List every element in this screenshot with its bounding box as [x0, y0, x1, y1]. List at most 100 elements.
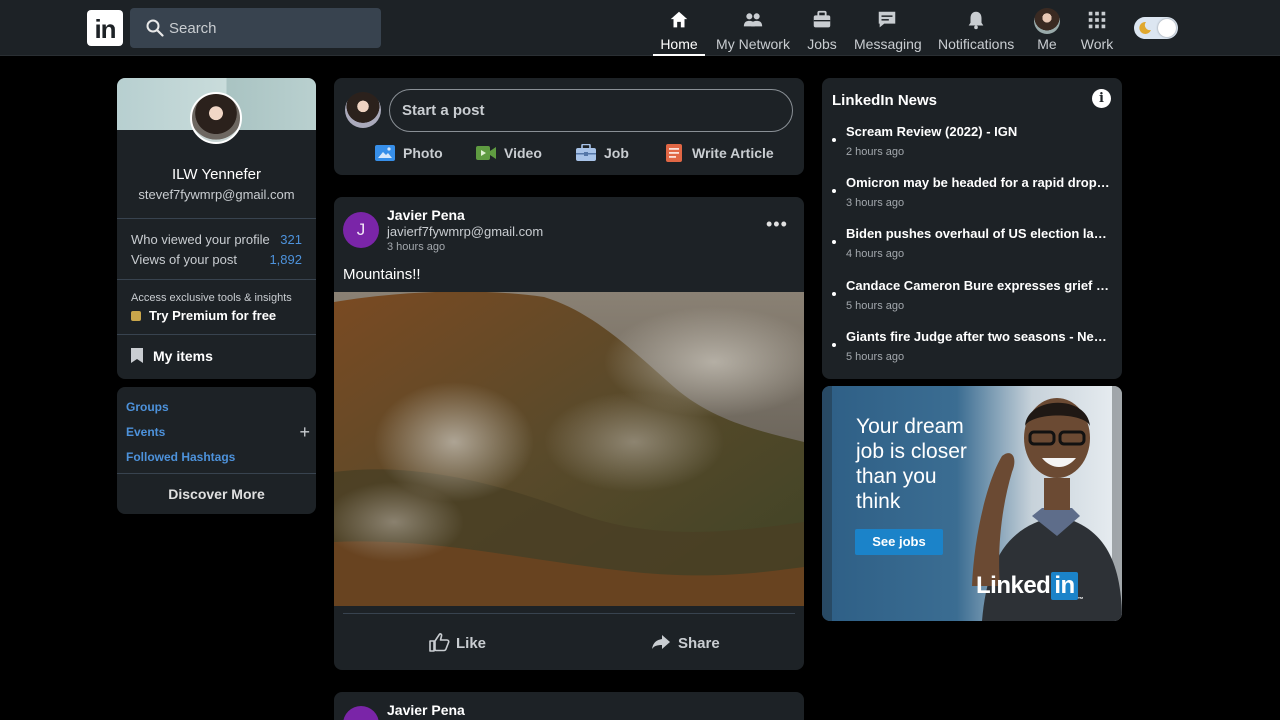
news-card: LinkedIn News i Scream Review (2022) - I… — [822, 78, 1122, 379]
write-article-label: Write Article — [692, 145, 774, 161]
news-headline: Scream Review (2022) - IGN — [846, 124, 1018, 139]
bullet-icon — [832, 343, 836, 347]
share-button[interactable]: Share — [650, 632, 720, 652]
linkedin-brand-logo: Linked in™ — [976, 572, 1084, 603]
author-name[interactable]: Javier Pena — [387, 207, 465, 223]
nav-jobs[interactable]: Jobs — [804, 0, 840, 56]
job-label: Job — [604, 145, 629, 161]
network-icon — [743, 13, 763, 27]
write-article-button[interactable]: Write Article — [664, 144, 774, 164]
nav-home-label: Home — [660, 36, 698, 52]
nav-messaging-label: Messaging — [854, 36, 922, 52]
job-ad-banner[interactable]: Your dream job is closer than you think … — [822, 386, 1122, 621]
stat-value: 1,892 — [269, 252, 302, 267]
avatar — [345, 92, 381, 128]
divider — [117, 473, 316, 474]
bell-icon — [968, 11, 984, 30]
nav-me[interactable]: Me — [1030, 0, 1064, 56]
author-name[interactable]: Javier Pena — [387, 702, 465, 718]
post-timestamp: 3 hours ago — [387, 241, 446, 253]
more-options-icon[interactable]: ••• — [766, 215, 790, 234]
nav-messaging[interactable]: Messaging — [854, 0, 922, 56]
info-icon[interactable]: i — [1092, 89, 1111, 108]
photo-icon — [375, 145, 395, 161]
profile-card: ILW Yennefer stevef7fywmrp@gmail.com Who… — [117, 78, 316, 379]
avatar — [1034, 8, 1060, 34]
stat-label: Who viewed your profile — [131, 232, 270, 247]
stat-value: 321 — [280, 232, 302, 247]
post-text: Mountains!! — [343, 266, 421, 283]
profile-email: stevef7fywmrp@gmail.com — [138, 187, 295, 202]
theme-toggle[interactable] — [1134, 17, 1178, 39]
brand-text: Linked — [976, 572, 1051, 599]
search-input[interactable] — [168, 8, 368, 48]
home-icon — [670, 11, 688, 28]
profile-avatar[interactable] — [190, 92, 242, 144]
brand-in: in — [1051, 572, 1078, 600]
photo-label: Photo — [403, 145, 443, 161]
post-image[interactable] — [334, 292, 804, 606]
bullet-icon — [832, 189, 836, 193]
add-event-button[interactable]: + — [299, 422, 310, 443]
nav-me-label: Me — [1037, 36, 1057, 52]
video-icon — [476, 146, 496, 160]
premium-access-text: Access exclusive tools & insights — [131, 292, 292, 304]
premium-icon — [131, 311, 141, 321]
bookmark-icon — [131, 348, 143, 363]
video-button[interactable]: Video — [476, 144, 542, 164]
job-button[interactable]: Job — [576, 144, 629, 164]
video-label: Video — [504, 145, 542, 161]
like-button[interactable]: Like — [428, 632, 486, 652]
search-icon — [146, 19, 164, 37]
profile-name[interactable]: ILW Yennefer — [117, 166, 316, 183]
ad-headline: Your dream job is closer than you think — [856, 415, 967, 513]
nav-notifications-label: Notifications — [938, 36, 1015, 52]
author-avatar[interactable]: J — [343, 212, 379, 248]
nav-my-network-label: My Network — [716, 36, 790, 52]
divider — [117, 279, 316, 280]
grid-icon — [1088, 11, 1106, 29]
bullet-icon — [832, 240, 836, 244]
news-time: 3 hours ago — [846, 197, 905, 209]
briefcase-icon — [813, 10, 831, 28]
try-premium-link[interactable]: Try Premium for free — [131, 308, 276, 323]
photo-button[interactable]: Photo — [375, 144, 443, 164]
groups-card: Groups Events + Followed Hashtags Discov… — [117, 387, 316, 514]
news-time: 2 hours ago — [846, 146, 905, 158]
author-email: javierf7fywmrp@gmail.com — [387, 224, 544, 239]
news-title: LinkedIn News — [832, 92, 938, 109]
nav-work[interactable]: Work — [1078, 0, 1116, 56]
like-label: Like — [456, 635, 487, 652]
nav-home[interactable]: Home — [653, 0, 705, 56]
my-items-link[interactable]: My items — [131, 348, 213, 364]
author-avatar[interactable] — [343, 706, 379, 720]
news-headline: Candace Cameron Bure expresses grief fol… — [846, 278, 1112, 293]
nav-work-label: Work — [1080, 36, 1114, 52]
bullet-icon — [832, 138, 836, 142]
toggle-knob — [1158, 19, 1176, 37]
forest-mountain-image — [334, 292, 804, 606]
linkedin-logo[interactable]: in — [87, 10, 123, 46]
share-label: Share — [678, 635, 720, 652]
news-time: 5 hours ago — [846, 300, 905, 312]
start-post-button[interactable]: Start a post — [389, 89, 793, 132]
my-items-label: My items — [153, 348, 213, 364]
followed-hashtags-link[interactable]: Followed Hashtags — [126, 450, 235, 464]
discover-more-button[interactable]: Discover More — [117, 486, 316, 502]
nav-my-network[interactable]: My Network — [716, 0, 790, 56]
events-link[interactable]: Events — [126, 425, 165, 439]
feed-post: Javier Pena — [334, 692, 804, 720]
see-jobs-button[interactable]: See jobs — [855, 529, 943, 555]
stat-profile-views[interactable]: Who viewed your profile 321 — [131, 232, 302, 247]
nav-jobs-label: Jobs — [807, 36, 837, 52]
bullet-icon — [832, 292, 836, 296]
stat-post-views[interactable]: Views of your post 1,892 — [131, 252, 302, 267]
share-box: Start a post Photo Video Job Write Artic… — [334, 78, 804, 175]
search-box[interactable] — [130, 8, 381, 48]
news-time: 4 hours ago — [846, 248, 905, 260]
groups-link[interactable]: Groups — [126, 400, 169, 414]
news-headline: Omicron may be headed for a rapid drop i… — [846, 175, 1112, 190]
news-headline: Biden pushes overhaul of US election law… — [846, 226, 1112, 241]
nav-notifications[interactable]: Notifications — [938, 0, 1014, 56]
top-nav-bar: in Home My Network Jobs Messaging Notifi… — [0, 0, 1280, 56]
